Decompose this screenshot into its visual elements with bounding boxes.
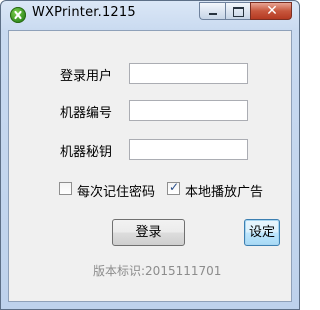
app-logo-icon [10,7,26,23]
machine-key-label: 机器秘钥 [60,145,113,160]
maximize-icon [233,7,244,17]
minimize-icon [209,13,217,15]
remember-password-checkbox[interactable] [59,182,72,195]
login-form-panel: 登录用户 机器编号 机器秘钥 每次记住密码 ✓ 本地播放广告 登录 设定 版本标… [8,30,292,302]
local-broadcast-checkbox[interactable]: ✓ [167,180,180,195]
settings-button[interactable]: 设定 [244,219,280,246]
maximize-button[interactable] [225,2,250,20]
login-button[interactable]: 登录 [112,219,185,246]
close-button[interactable]: ✕ [250,2,292,20]
version-label: 版本标识:2015111701 [93,264,222,278]
checkmark-icon: ✓ [169,180,180,194]
machine-id-label: 机器编号 [60,106,113,121]
machine-key-input[interactable] [129,139,248,160]
user-input[interactable] [129,63,248,84]
user-label: 登录用户 [60,69,113,84]
window-title: WXPrinter.1215 [32,5,136,20]
minimize-button[interactable] [199,2,225,20]
remember-password-label[interactable]: 每次记住密码 [77,181,155,200]
app-window: WXPrinter.1215 ✕ 登录用户 机器编号 机器秘钥 每次记住密码 ✓… [0,0,300,310]
machine-id-input[interactable] [129,100,248,121]
local-broadcast-label[interactable]: 本地播放广告 [185,181,263,200]
close-icon: ✕ [266,3,278,19]
title-bar[interactable]: WXPrinter.1215 ✕ [1,1,299,29]
